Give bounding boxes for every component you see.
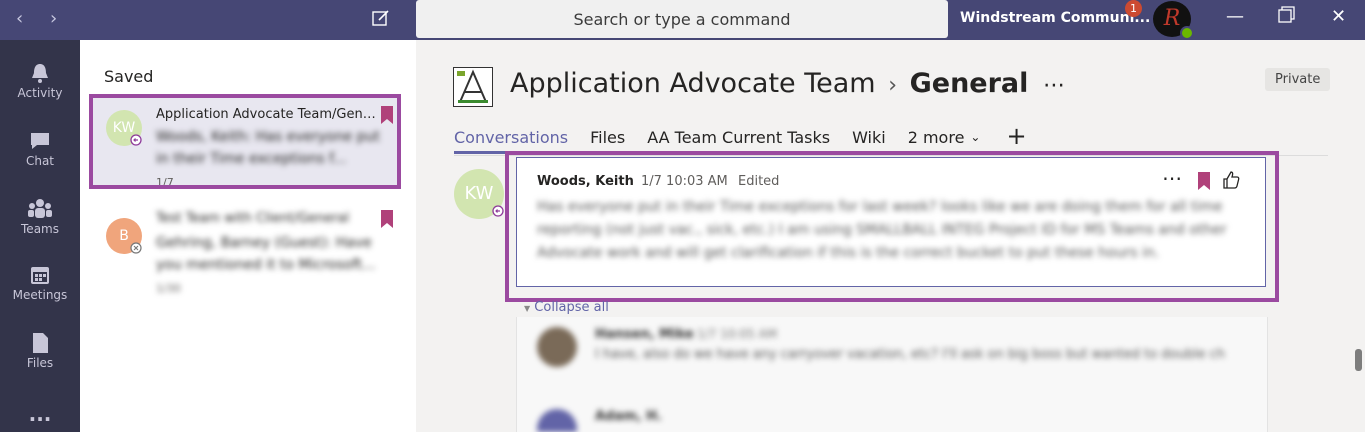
bookmark-icon[interactable] <box>381 210 393 228</box>
close-icon[interactable]: ✕ <box>1331 6 1346 27</box>
title-bar: ‹ › Search or type a command Windstream … <box>0 0 1365 40</box>
reply-body: I have, also do we have any carryover va… <box>595 347 1225 362</box>
saved-card[interactable]: B Test Team with Client/General Gehring,… <box>90 200 400 295</box>
reply-time: 1/7 10:05 AM <box>697 327 778 341</box>
saved-pane: Saved KW Application Advocate Team/Gene.… <box>80 40 416 432</box>
rail-item-chat[interactable]: Chat <box>0 130 80 168</box>
highlight-frame <box>505 151 1279 302</box>
calendar-icon <box>31 267 49 284</box>
restore-icon[interactable] <box>1278 6 1296 29</box>
channel-view: Application Advocate Team › General ⋯ Pr… <box>416 40 1365 432</box>
reply-icon <box>492 205 504 217</box>
back-arrow-icon[interactable]: ‹ <box>16 8 23 29</box>
notification-badge: 1 <box>1125 0 1142 17</box>
bell-icon <box>32 64 48 83</box>
rail-label: Teams <box>21 222 59 236</box>
reply-author: Adam, H. <box>595 409 662 424</box>
saved-title: Saved <box>104 67 154 86</box>
replies-thread: Hansen, Mike 1/7 10:05 AM I have, also d… <box>516 317 1268 432</box>
app-rail: Activity Chat Teams Meetings Files ... <box>0 40 80 432</box>
compose-icon[interactable] <box>372 9 390 31</box>
rail-label: Meetings <box>12 288 68 302</box>
file-icon <box>33 333 48 353</box>
chevron-right-icon: › <box>888 73 898 98</box>
caret-down-icon: ▼ <box>524 304 531 313</box>
rail-item-teams[interactable]: Teams <box>0 198 80 236</box>
channel-header: Application Advocate Team › General ⋯ <box>510 68 1065 99</box>
minimize-icon[interactable]: — <box>1226 6 1244 27</box>
team-logo <box>453 67 493 107</box>
more-options-icon[interactable]: ⋯ <box>1043 73 1065 98</box>
reply-item[interactable]: Adam, H. <box>537 409 1237 432</box>
org-name: Windstream Communi... <box>960 10 1151 26</box>
rail-label: Files <box>26 356 54 370</box>
chat-icon <box>31 133 49 149</box>
privacy-badge: Private <box>1265 68 1331 91</box>
collapse-all-label: Collapse all <box>534 300 609 315</box>
rail-item-files[interactable]: Files <box>0 332 80 370</box>
more-icon: ... <box>28 402 52 426</box>
team-name[interactable]: Application Advocate Team <box>510 68 876 99</box>
card-preview: Gehring, Barney (Guest): Have you mentio… <box>156 235 376 273</box>
rail-item-activity[interactable]: Activity <box>0 62 80 100</box>
reply-avatar <box>537 327 577 367</box>
search-input[interactable]: Search or type a command <box>416 0 948 38</box>
reply-item[interactable]: Hansen, Mike 1/7 10:05 AM I have, also d… <box>537 327 1237 377</box>
reply-author: Hansen, Mike <box>595 327 694 342</box>
highlight-frame <box>89 94 401 189</box>
card-title: Test Team with Client/General <box>156 211 350 226</box>
presence-available-icon <box>1180 26 1194 40</box>
guest-icon <box>130 242 142 254</box>
channel-name: General <box>909 68 1029 99</box>
card-date: 1/30 <box>156 282 181 295</box>
reply-avatar <box>537 409 577 432</box>
collapse-all-link[interactable]: ▼ Collapse all <box>524 300 609 315</box>
rail-item-meetings[interactable]: Meetings <box>0 264 80 302</box>
teams-icon <box>28 199 52 218</box>
rail-label: Activity <box>17 86 63 100</box>
rail-label: Chat <box>25 154 55 168</box>
scrollbar-thumb[interactable] <box>1355 349 1362 371</box>
forward-arrow-icon[interactable]: › <box>50 8 57 29</box>
rail-item-more[interactable]: ... <box>0 402 80 426</box>
